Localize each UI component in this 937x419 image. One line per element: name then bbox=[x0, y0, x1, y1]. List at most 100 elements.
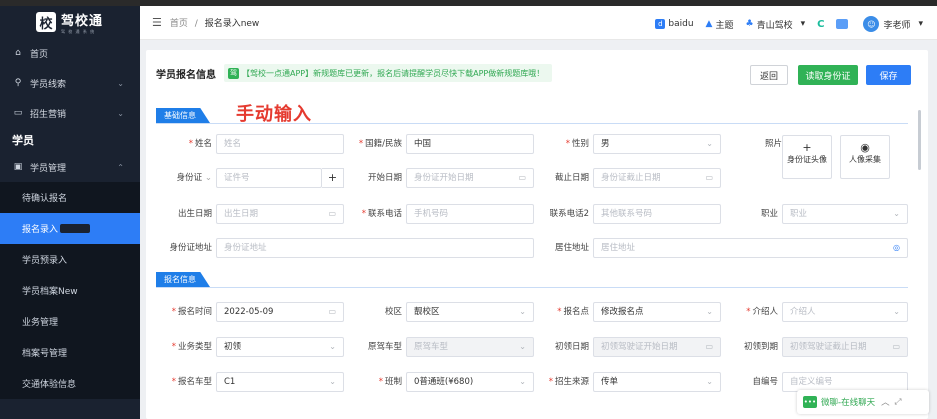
photo-label: 照片 bbox=[764, 139, 782, 149]
sidebar-item-file-number[interactable]: 档案号管理 bbox=[0, 337, 140, 368]
job-ph: 职业 bbox=[790, 209, 808, 219]
theme-button[interactable]: ▲ 主题 bbox=[706, 18, 734, 31]
address-input[interactable]: 居住地址 ◎ bbox=[593, 238, 908, 258]
scrollbar[interactable] bbox=[918, 110, 921, 170]
logo-name: 驾校通 bbox=[61, 13, 104, 29]
chat-widget[interactable]: ••• 微聊-在线聊天 ︿ ⤢ bbox=[797, 390, 929, 414]
id-address-input[interactable]: 身份证地址 bbox=[216, 238, 534, 258]
redaction-mark bbox=[60, 224, 91, 233]
nav-student-clues[interactable]: ⚲ 学员线索 ⌄ bbox=[0, 68, 140, 98]
school-icon: ♣ bbox=[745, 19, 754, 29]
nav-student-management-label: 学员管理 bbox=[30, 163, 67, 174]
code-input[interactable]: 自定义编号 bbox=[782, 372, 908, 392]
expire-date[interactable]: 初领驾驶证截止日期 ▭ bbox=[782, 337, 908, 357]
phone-input[interactable]: 手机号码 bbox=[406, 204, 534, 224]
chevron-down-icon: ⌄ bbox=[329, 377, 336, 386]
car-type-select[interactable]: C1 ⌄ bbox=[216, 372, 344, 392]
campus-select[interactable]: 靓校区 ⌄ bbox=[406, 302, 534, 322]
sidebar-item-pending[interactable]: 待确认报名 bbox=[0, 182, 140, 213]
avatar: ☺ bbox=[863, 16, 880, 32]
enroll-point-select[interactable]: 修改报名点 ⌄ bbox=[593, 302, 721, 322]
sidebar-item-business[interactable]: 业务管理 bbox=[0, 306, 140, 337]
chevron-down-icon: ⌄ bbox=[329, 342, 336, 351]
business-type-label: 业务类型 bbox=[177, 342, 212, 352]
nav-marketing[interactable]: ▭ 招生营销 ⌄ bbox=[0, 98, 140, 128]
id-number-input[interactable]: 证件号 bbox=[216, 168, 322, 188]
sidebar-item-pre-enroll[interactable]: 学员预录入 bbox=[0, 244, 140, 275]
menu-toggle-icon[interactable]: ☰ bbox=[152, 16, 162, 29]
car-type-label: 报名车型 bbox=[177, 377, 212, 387]
sidebar-item-traffic[interactable]: 交通体验信息 bbox=[0, 368, 140, 399]
expire-date-label: 初领到期 bbox=[743, 342, 778, 352]
header-right: d baidu ▲ 主题 ♣ 青山驾校 ▾ C ☺ 李老师 ▾ bbox=[643, 12, 923, 36]
nav-home[interactable]: ⌂ 首页 bbox=[0, 38, 140, 68]
address-ph: 居住地址 bbox=[601, 243, 636, 253]
introducer-select[interactable]: 介绍人 ⌄ bbox=[782, 302, 908, 322]
chevron-down-icon: ⌄ bbox=[893, 209, 900, 218]
original-car-ph: 原驾车型 bbox=[414, 342, 449, 352]
nationality-input[interactable]: 中国 bbox=[406, 134, 534, 154]
user-menu[interactable]: ☺ 李老师 ▾ bbox=[863, 16, 923, 32]
enroll-point-value: 修改报名点 bbox=[601, 307, 644, 317]
chat-label: 微聊-在线聊天 bbox=[821, 398, 876, 408]
home-icon: ⌂ bbox=[15, 48, 21, 58]
theme-icon: ▲ bbox=[705, 19, 713, 29]
camera-icon: ◉ bbox=[860, 141, 870, 154]
calendar-icon: ▭ bbox=[518, 173, 526, 182]
id-end-date[interactable]: 身份证截止日期 ▭ bbox=[593, 168, 721, 188]
expand-icon[interactable]: ⤢ bbox=[895, 397, 902, 407]
face-capture-button[interactable]: ◉ 人像采集 bbox=[840, 135, 890, 179]
section-divider bbox=[156, 287, 908, 288]
id-address-label: 身份证地址 bbox=[169, 243, 212, 253]
job-label: 职业 bbox=[760, 209, 778, 219]
read-id-card-button[interactable]: 读取身份证 bbox=[798, 65, 858, 85]
annotation-manual-input: 手动输入 bbox=[236, 104, 312, 125]
id-start-date[interactable]: 身份证开始日期 ▭ bbox=[406, 168, 534, 188]
birth-date[interactable]: 出生日期 ▭ bbox=[216, 204, 344, 224]
chevron-down-icon: ⌄ bbox=[706, 377, 713, 386]
sidebar-item-archive[interactable]: 学员档案New bbox=[0, 275, 140, 306]
save-button[interactable]: 保存 bbox=[866, 65, 911, 85]
name-input[interactable]: 姓名 bbox=[216, 134, 344, 154]
id-type-select[interactable]: 身份证 ⌄ bbox=[154, 168, 212, 188]
id-start-label: 开始日期 bbox=[367, 173, 402, 183]
sidebar-item-enroll[interactable]: 报名录入 bbox=[0, 213, 140, 244]
message-icon[interactable] bbox=[836, 19, 851, 29]
refresh-icon[interactable]: C bbox=[817, 19, 824, 30]
location-icon: ◎ bbox=[893, 243, 900, 252]
code-label: 自编号 bbox=[752, 377, 778, 387]
enroll-point-label: 报名点 bbox=[563, 307, 589, 317]
section-enroll-tab: 报名信息 bbox=[156, 272, 210, 287]
nav-student-management[interactable]: ▣ 学员管理 ⌃ bbox=[0, 152, 140, 182]
back-button[interactable]: 返回 bbox=[750, 65, 788, 85]
header: ☰ 首页 / 报名录入new d baidu ▲ 主题 ♣ 青山驾校 ▾ C ☺ 李老师 ▾ bbox=[140, 6, 937, 40]
school-select[interactable]: ♣ 青山驾校 ▾ bbox=[745, 18, 805, 31]
id-end-ph: 身份证截止日期 bbox=[601, 173, 661, 183]
chevron-down-icon: ⌄ bbox=[706, 307, 713, 316]
add-id-button[interactable]: + bbox=[322, 168, 344, 188]
job-select[interactable]: 职业 ⌄ bbox=[782, 204, 908, 224]
phone2-input[interactable]: 其他联系号码 bbox=[593, 204, 721, 224]
birth-label: 出生日期 bbox=[177, 209, 212, 219]
class-select[interactable]: 0普通班(¥680) ⌄ bbox=[406, 372, 534, 392]
logo: 校 驾校通 驾 校 通 系 统 bbox=[0, 6, 140, 38]
breadcrumb-home[interactable]: 首页 bbox=[170, 19, 188, 29]
phone2-label: 联系电话2 bbox=[549, 209, 589, 219]
enroll-time-value: 2022-05-09 bbox=[224, 307, 274, 317]
id-type-label: 身份证 bbox=[176, 173, 203, 183]
id-photo-upload[interactable]: + 身份证头像 bbox=[782, 135, 832, 179]
original-car-select[interactable]: 原驾车型 ⌄ bbox=[406, 337, 534, 357]
nav-student-clues-label: 学员线索 bbox=[30, 79, 67, 90]
first-date[interactable]: 初领驾驶证开始日期 ▭ bbox=[593, 337, 721, 357]
gender-select[interactable]: 男 ⌄ bbox=[593, 134, 721, 154]
source-select[interactable]: 传单 ⌄ bbox=[593, 372, 721, 392]
baidu-link[interactable]: d baidu bbox=[655, 19, 694, 29]
business-type-select[interactable]: 初领 ⌄ bbox=[216, 337, 344, 357]
page-title: 学员报名信息 bbox=[156, 69, 216, 81]
notice-banner: 驾 【驾校一点通APP】新规题库已更新，报名后请提醒学员尽快下载APP做新规题库… bbox=[224, 64, 553, 82]
address-label: 居住地址 bbox=[554, 243, 589, 253]
section-basic-tab: 基础信息 bbox=[156, 108, 210, 123]
enroll-time-date[interactable]: 2022-05-09 ▭ bbox=[216, 302, 344, 322]
chevron-up-icon[interactable]: ︿ bbox=[881, 396, 890, 408]
clue-icon: ⚲ bbox=[14, 78, 22, 88]
